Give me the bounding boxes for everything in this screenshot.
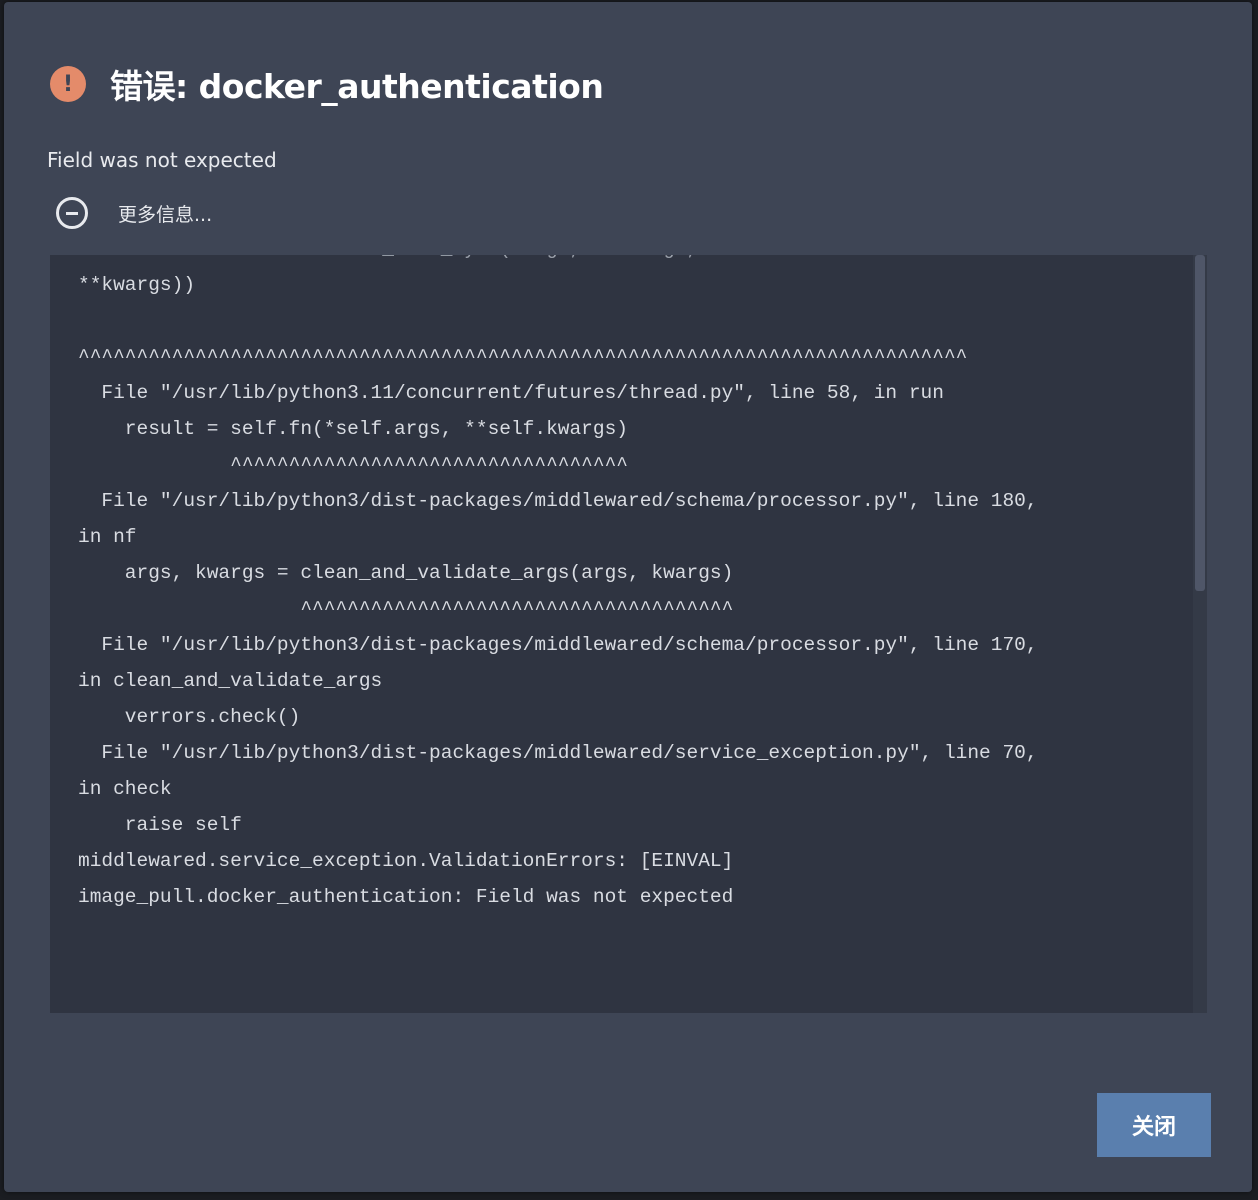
traceback-line: ^^^^^^^^^^^^^^^^^^^^^^^^^^^^^^^^^^^^^^^^…	[78, 346, 968, 368]
traceback-line: result = self.fn(*self.args, **self.kwar…	[124, 418, 628, 440]
traceback-text: self.middleware._call_sync(*args, **kwar…	[78, 255, 1038, 915]
traceback-line: args, kwargs = clean_and_validate_args(a…	[124, 562, 734, 584]
minus-circle-icon[interactable]	[56, 197, 88, 229]
traceback-line: in nf	[78, 526, 137, 548]
dialog-header: ! 错误: docker_authentication	[50, 60, 604, 108]
more-info-label: 更多信息...	[118, 203, 213, 226]
traceback-line: ^^^^^^^^^^^^^^^^^^^^^^^^^^^^^^^^^^	[230, 454, 628, 476]
dialog-title: 错误: docker_authentication	[110, 67, 604, 106]
traceback-panel[interactable]: self.middleware._call_sync(*args, **kwar…	[50, 255, 1193, 1013]
traceback-line: ^^^^^^^^^^^^^^^^^^^^^^^^^^^^^^^^^^^^^	[300, 598, 734, 620]
traceback-line: raise self	[124, 814, 242, 836]
traceback-line: verrors.check()	[124, 706, 301, 728]
traceback-line: middlewared.service_exception.Validation…	[78, 850, 734, 872]
traceback-line: File "/usr/lib/python3/dist-packages/mid…	[101, 634, 1038, 656]
exclamation-circle-icon: !	[50, 66, 86, 102]
traceback-line: File "/usr/lib/python3.11/concurrent/fut…	[101, 382, 944, 404]
traceback-line: self.middleware._call_sync(*args, **kwar…	[78, 255, 698, 260]
error-dialog: ! 错误: docker_authentication Field was no…	[4, 2, 1252, 1192]
more-info-toggle[interactable]: 更多信息...	[56, 197, 212, 229]
traceback-line: in clean_and_validate_args	[78, 670, 383, 692]
error-message: Field was not expected	[47, 148, 277, 172]
close-button[interactable]: 关闭	[1097, 1093, 1211, 1157]
traceback-line: **kwargs))	[78, 274, 196, 296]
traceback-line: in check	[78, 778, 172, 800]
scrollbar-thumb[interactable]	[1195, 255, 1205, 591]
traceback-line: File "/usr/lib/python3/dist-packages/mid…	[101, 490, 1038, 512]
traceback-line: File "/usr/lib/python3/dist-packages/mid…	[101, 742, 1038, 764]
traceback-line: image_pull.docker_authentication: Field …	[78, 886, 734, 908]
